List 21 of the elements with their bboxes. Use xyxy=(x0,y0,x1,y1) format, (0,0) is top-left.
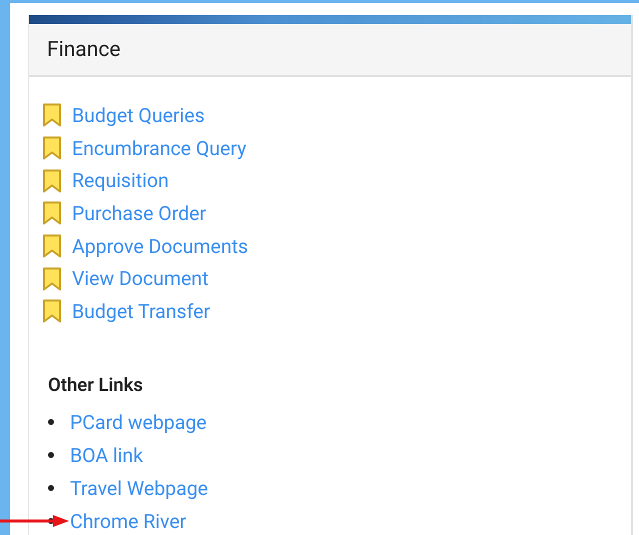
bookmark-icon xyxy=(42,136,62,160)
bookmark-icon xyxy=(42,168,62,193)
bookmark-link[interactable]: View Document xyxy=(72,267,208,290)
bookmark-link[interactable]: Purchase Order xyxy=(72,202,206,225)
bookmark-icon xyxy=(42,266,62,291)
pointer-arrow xyxy=(0,514,69,528)
bookmark-icon xyxy=(42,201,62,226)
section-heading: Other Links xyxy=(48,374,144,396)
bookmark-icon xyxy=(42,103,62,128)
link[interactable]: BOA link xyxy=(70,444,144,467)
bookmark-link[interactable]: Encumbrance Query xyxy=(72,136,246,160)
bookmark-icon xyxy=(42,299,62,324)
panel-title: Finance xyxy=(47,38,120,62)
link[interactable]: Chrome River xyxy=(70,510,186,533)
link[interactable]: Travel Webpage xyxy=(70,476,208,500)
bookmark-link[interactable]: Approve Documents xyxy=(72,234,248,258)
link[interactable]: PCard webpage xyxy=(70,410,207,434)
bookmark-link[interactable]: Requisition xyxy=(72,169,169,192)
bookmark-link[interactable]: Budget Transfer xyxy=(72,300,210,323)
bookmark-icon xyxy=(42,234,62,258)
bookmark-link[interactable]: Budget Queries xyxy=(72,104,205,127)
